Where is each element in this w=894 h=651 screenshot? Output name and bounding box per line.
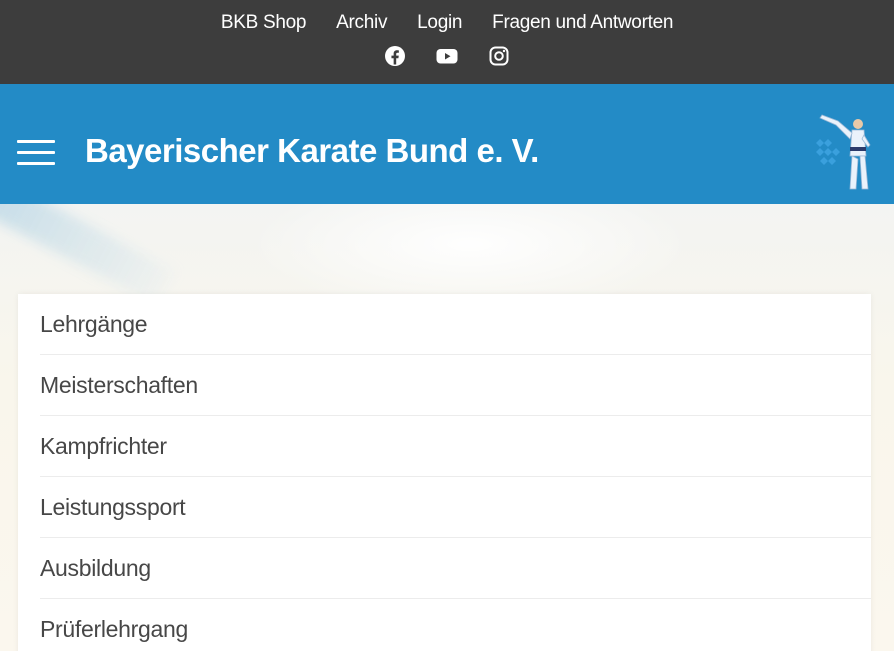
- main-menu: Lehrgänge Meisterschaften Kampfrichter L…: [18, 294, 871, 651]
- menu-item-label: Leistungssport: [40, 494, 186, 520]
- menu-item-kampfrichter[interactable]: Kampfrichter: [40, 416, 871, 477]
- top-bar: BKB Shop Archiv Login Fragen und Antwort…: [0, 0, 894, 84]
- top-navigation: BKB Shop Archiv Login Fragen und Antwort…: [0, 12, 894, 34]
- menu-item-label: Meisterschaften: [40, 372, 198, 398]
- menu-item-label: Ausbildung: [40, 555, 151, 581]
- youtube-icon[interactable]: [435, 44, 459, 68]
- menu-item-ausbildung[interactable]: Ausbildung: [40, 538, 871, 599]
- instagram-icon[interactable]: [487, 44, 511, 68]
- menu-item-label: Prüferlehrgang: [40, 616, 188, 642]
- site-title[interactable]: Bayerischer Karate Bund e. V.: [85, 132, 539, 170]
- facebook-icon[interactable]: [383, 44, 407, 68]
- social-links: [0, 44, 894, 68]
- menu-item-label: Kampfrichter: [40, 433, 167, 459]
- hero-decoration: [0, 204, 176, 306]
- menu-item-leistungssport[interactable]: Leistungssport: [40, 477, 871, 538]
- site-header: Bayerischer Karate Bund e. V.: [0, 84, 894, 204]
- topnav-link-archiv[interactable]: Archiv: [336, 12, 387, 34]
- hamburger-menu-icon[interactable]: [17, 140, 55, 165]
- topnav-link-faq[interactable]: Fragen und Antworten: [492, 12, 673, 34]
- topnav-link-login[interactable]: Login: [417, 12, 462, 34]
- topnav-link-shop[interactable]: BKB Shop: [221, 12, 307, 34]
- menu-item-meisterschaften[interactable]: Meisterschaften: [40, 355, 871, 416]
- menu-item-label: Lehrgänge: [40, 311, 148, 337]
- karate-kick-logo[interactable]: [814, 111, 876, 193]
- menu-item-lehrgaenge[interactable]: Lehrgänge: [40, 294, 871, 355]
- menu-item-prueferlehrgang[interactable]: Prüferlehrgang: [40, 599, 871, 651]
